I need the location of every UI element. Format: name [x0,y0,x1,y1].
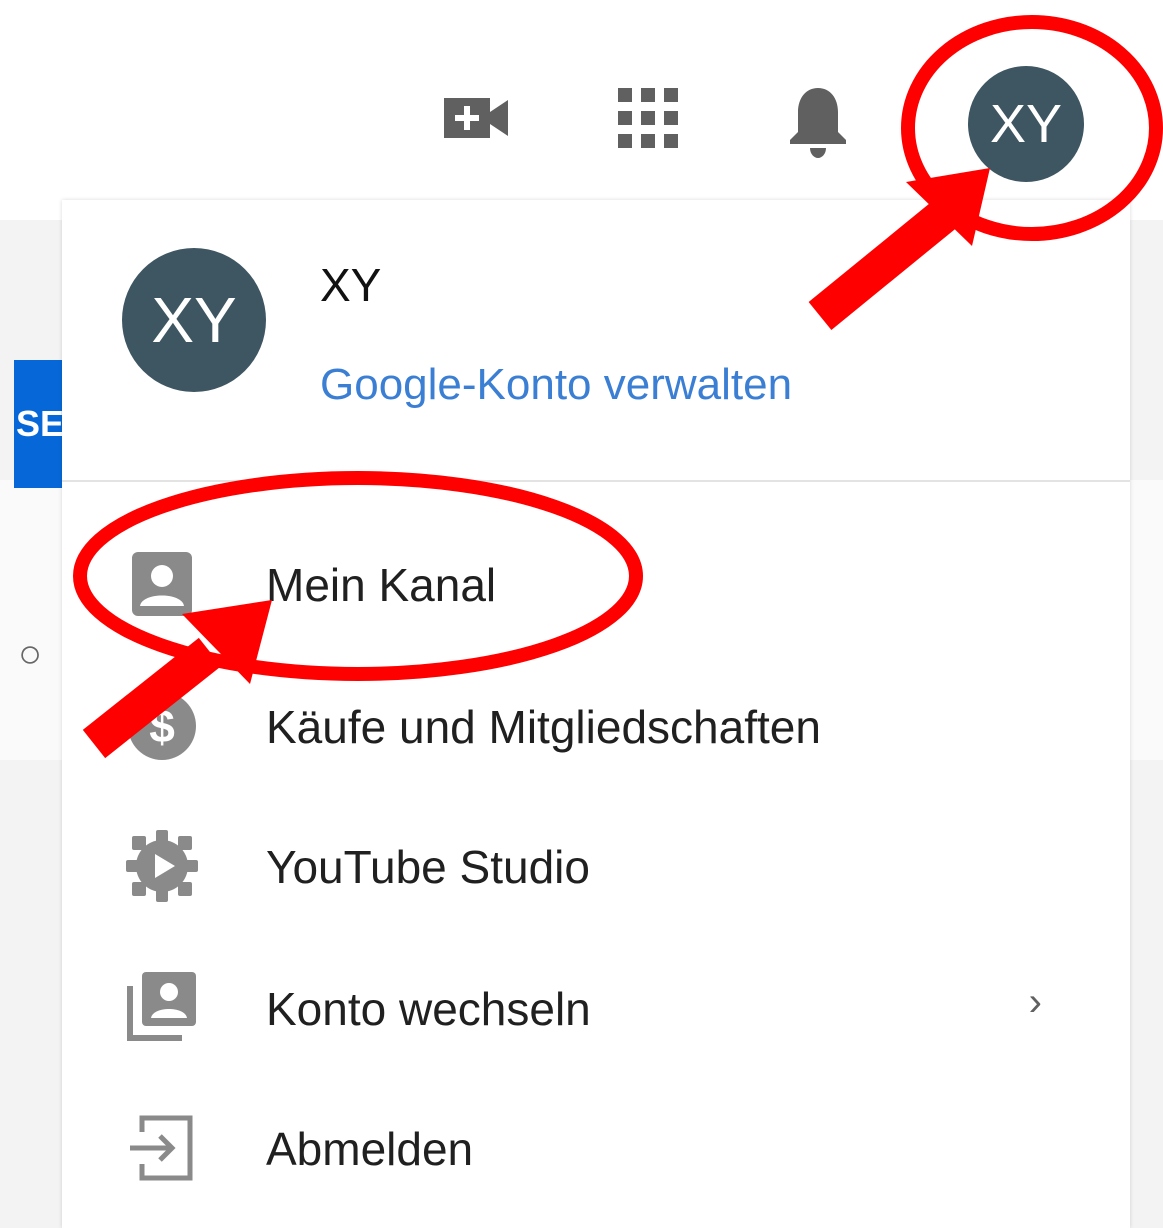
menu-item-youtube-studio[interactable]: YouTube Studio [62,796,1130,936]
menu-item-label: Mein Kanal [266,559,497,611]
switch-account-icon [124,968,200,1044]
avatar-button[interactable]: XY [968,66,1084,182]
manage-account-link[interactable]: Google-Konto verwalten [320,360,792,410]
top-toolbar: XY [0,0,1163,200]
menu-item-my-channel[interactable]: Mein Kanal [62,516,1130,656]
account-menu-panel: XY XY Google-Konto verwalten Mein Kanal … [62,200,1130,1228]
bell-icon[interactable] [782,82,854,158]
menu-item-sign-out[interactable]: Abmelden [62,1076,1130,1216]
exit-icon [124,1110,200,1186]
apps-grid-icon[interactable] [612,82,684,154]
menu-item-switch-account[interactable]: Konto wechseln › [62,936,1130,1076]
video-plus-icon[interactable] [440,82,512,154]
gear-play-icon [124,828,200,904]
chevron-right-icon: › [1028,980,1042,1024]
svg-text:$: $ [149,700,175,752]
background-blue-button[interactable]: SE [14,360,64,488]
background-circle-icon: ○ [18,632,43,676]
dollar-icon: $ [124,688,200,764]
menu-item-label: YouTube Studio [266,841,590,893]
menu-item-purchases[interactable]: $ Käufe und Mitgliedschaften [62,656,1130,796]
menu-divider [62,480,1130,482]
menu-item-label: Konto wechseln [266,983,591,1035]
menu-item-label: Abmelden [266,1123,474,1175]
account-name: XY [320,259,382,311]
menu-item-label: Käufe und Mitgliedschaften [266,701,821,753]
account-avatar: XY [122,248,266,392]
account-box-icon [124,546,200,622]
